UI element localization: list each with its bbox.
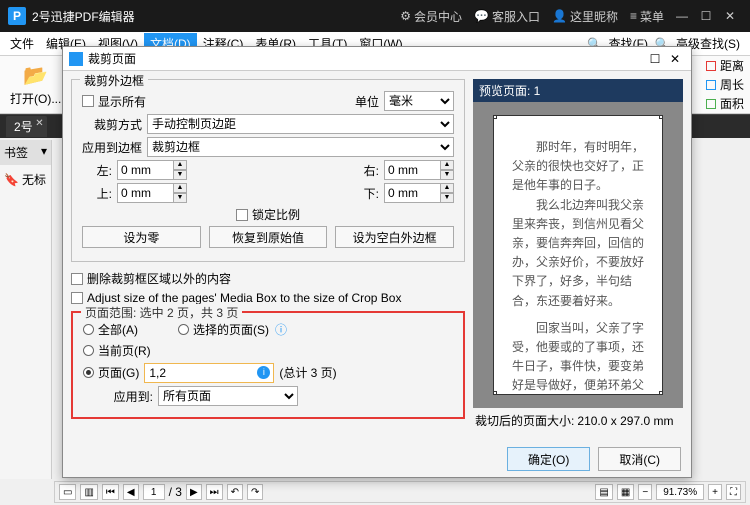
page-preview[interactable]: 那时年，有时明年，父亲的很快也交好了，正是他年事的日子。 我么北边奔叫我父亲里来… [493,115,663,395]
lock-ratio-checkbox[interactable]: 锁定比例 [236,206,300,223]
fit-button[interactable]: ⛶ [726,484,741,500]
tool-button[interactable]: ▥ [80,484,97,500]
distance-tool[interactable]: 距离 [706,57,744,74]
bookmark-icon: 🔖 [4,173,19,187]
close-button[interactable]: ✕ [718,9,742,23]
pages-total: (总计 3 页) [279,364,336,381]
crop-mode-label: 裁剪方式 [82,116,142,133]
prev-page-button[interactable]: ◀ [123,484,139,500]
pages-input[interactable] [144,363,274,383]
zoom-in-button[interactable]: + [708,484,722,500]
member-center-link[interactable]: ⚙会员中心 [400,8,462,25]
crop-margin-group: 裁剪外边框 显示所有 单位 毫米 裁剪方式 手动控制页边距 应用到边框 裁剪边框… [71,79,465,262]
bottom-spinner[interactable]: ▲▼ [384,183,454,203]
left-label: 左: [82,162,112,179]
radio-current[interactable]: 当前页(R) [83,342,453,359]
perimeter-tool[interactable]: 周长 [706,76,744,93]
radio-all[interactable]: 全部(A) [83,321,138,338]
page-range-group: 页面范围: 选中 2 页，共 3 页 全部(A) 选择的页面(S)ⓘ 当前页(R… [71,311,465,419]
next-page-button[interactable]: ▶ [186,484,202,500]
unit-select[interactable]: 毫米 [384,91,454,111]
last-page-button[interactable]: ⏭ [206,484,223,500]
right-spinner[interactable]: ▲▼ [384,160,454,180]
right-label: 右: [349,162,379,179]
app-title: 2号迅捷PDF编辑器 [32,8,394,25]
apply-margin-select[interactable]: 裁剪边框 [147,137,454,157]
forward-button[interactable]: ↷ [247,484,263,500]
radio-pages[interactable]: 页面(G) [83,364,139,381]
top-spinner[interactable]: ▲▼ [117,183,187,203]
dialog-footer: 确定(O) 取消(C) [63,441,691,477]
apply-to-label: 应用到: [83,388,153,405]
left-spinner[interactable]: ▲▼ [117,160,187,180]
dialog-maximize-button[interactable]: ☐ [645,52,665,66]
preview-header: 预览页面: 1 [473,79,683,102]
area-tool[interactable]: 面积 [706,95,744,112]
dialog-titlebar: 裁剪页面 ☐ ✕ [63,47,691,71]
current-page-input[interactable] [143,484,165,500]
titlebar: P 2号迅捷PDF编辑器 ⚙会员中心 💬客服入口 👤这里昵称 ≡菜单 — ☐ ✕ [0,0,750,32]
maximize-button[interactable]: ☐ [694,9,718,23]
apply-margin-label: 应用到边框 [82,139,142,156]
measure-tools: 距离 周长 面积 [706,57,744,112]
reset-button[interactable]: 恢复到原始值 [209,226,328,248]
show-all-checkbox[interactable]: 显示所有 [82,93,146,110]
radio-selected[interactable]: 选择的页面(S)ⓘ [178,321,287,338]
preview-size-text: 裁切后的页面大小: 210.0 x 297.0 mm [473,408,683,433]
layout-button[interactable]: ▦ [617,484,634,500]
crop-mode-select[interactable]: 手动控制页边距 [147,114,454,134]
tool-button[interactable]: ▭ [59,484,76,500]
zoom-out-button[interactable]: − [638,484,652,500]
bookmarks-header: 书签▾ [0,140,51,165]
left-panel: 书签▾ 🔖 无标 [0,140,52,479]
app-logo: P [8,7,26,25]
info-icon: ⓘ [275,321,287,338]
set-blank-button[interactable]: 设为空白外边框 [335,226,454,248]
back-button[interactable]: ↶ [227,484,243,500]
range-legend: 页面范围: 选中 2 页，共 3 页 [81,304,242,321]
group-legend: 裁剪外边框 [80,72,148,89]
preview-area: 那时年，有时明年，父亲的很快也交好了，正是他年事的日子。 我么北边奔叫我父亲里来… [473,102,683,408]
set-zero-button[interactable]: 设为零 [82,226,201,248]
support-link[interactable]: 💬客服入口 [474,8,540,25]
open-label: 打开(O)... [10,90,61,107]
zoom-input[interactable] [656,484,704,500]
adjust-mediabox-checkbox[interactable]: Adjust size of the pages' Media Box to t… [71,291,465,305]
chevron-down-icon[interactable]: ▾ [41,144,47,161]
dialog-title: 裁剪页面 [88,50,136,67]
first-page-button[interactable]: ⏮ [102,484,119,500]
bottom-label: 下: [349,185,379,202]
main-menu[interactable]: ≡菜单 [630,8,664,25]
cancel-button[interactable]: 取消(C) [598,447,681,471]
ok-button[interactable]: 确定(O) [507,447,590,471]
statusbar: ▭ ▥ ⏮ ◀ / 3 ▶ ⏭ ↶ ↷ ▤ ▦ − + ⛶ [54,481,746,503]
bookmark-item[interactable]: 🔖 无标 [0,165,51,194]
document-tab[interactable]: 2号 ✕ [6,116,47,137]
top-label: 上: [82,185,112,202]
dialog-close-button[interactable]: ✕ [665,52,685,66]
menu-file[interactable]: 文件 [4,33,40,54]
dialog-icon [69,52,83,66]
page-total: / 3 [169,485,182,499]
minimize-button[interactable]: — [670,9,694,23]
layout-button[interactable]: ▤ [595,484,612,500]
close-tab-icon[interactable]: ✕ [35,118,43,129]
info-icon[interactable]: i [257,366,270,379]
crop-dialog: 裁剪页面 ☐ ✕ 裁剪外边框 显示所有 单位 毫米 裁剪方式 手动控制页边距 应… [62,46,692,478]
open-button[interactable]: 📂 打开(O)... [6,60,65,109]
remove-outside-checkbox[interactable]: 删除裁剪框区域以外的内容 [71,270,465,287]
nickname-link[interactable]: 👤这里昵称 [552,8,618,25]
folder-open-icon: 📂 [23,62,49,88]
unit-label: 单位 [355,93,379,110]
apply-to-select[interactable]: 所有页面 [158,386,298,406]
